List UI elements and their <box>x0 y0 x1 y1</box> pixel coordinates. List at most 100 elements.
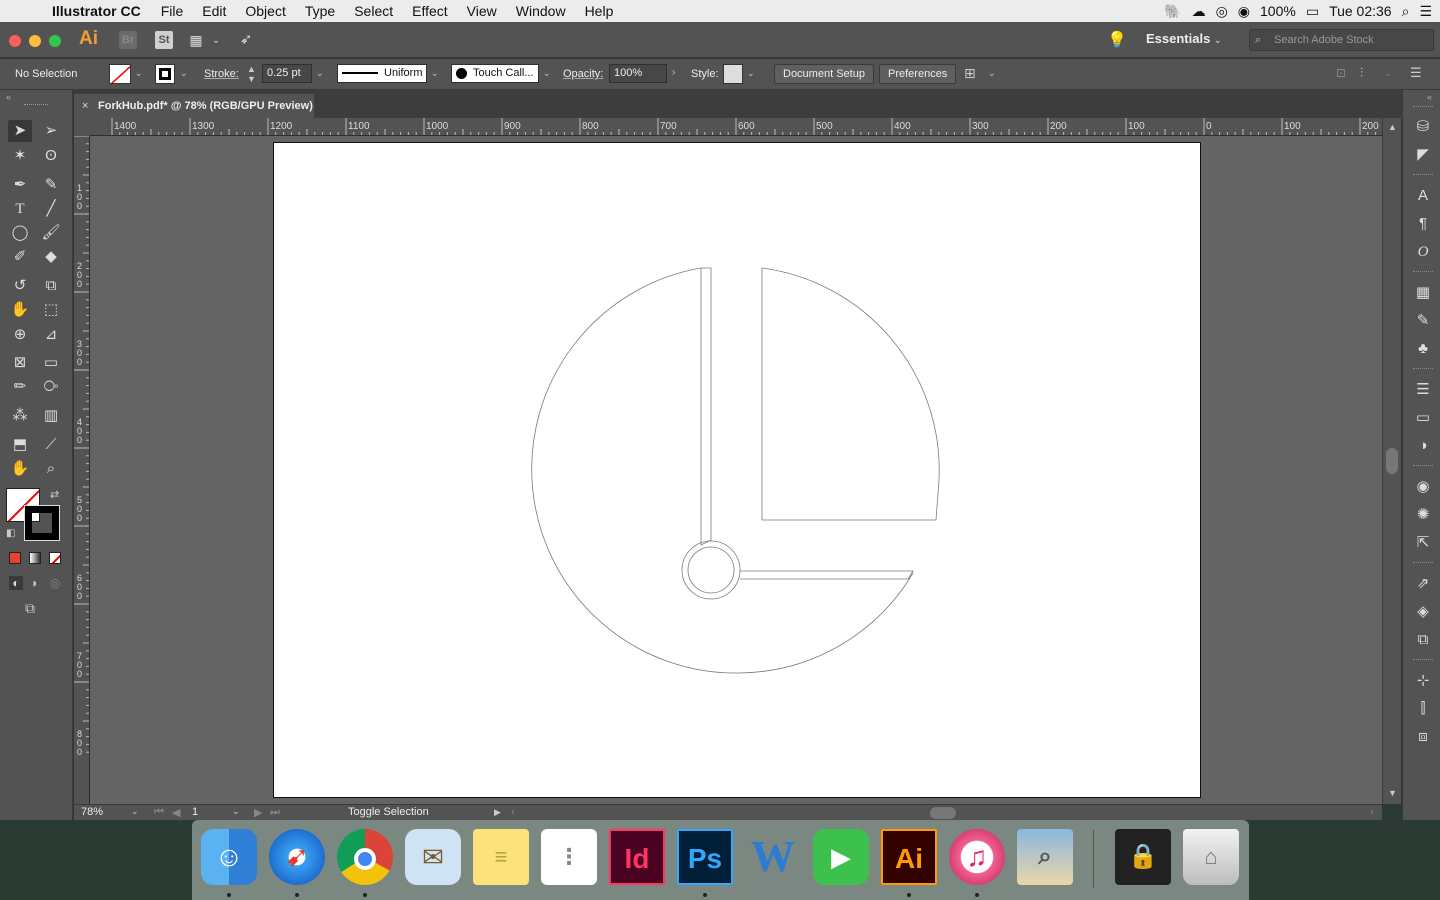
forkhub-logo-artwork[interactable] <box>274 143 1202 799</box>
dock-itunes-icon[interactable]: ♫ <box>949 829 1005 885</box>
document-setup-button[interactable]: Document Setup <box>774 64 874 84</box>
minimize-window-button[interactable] <box>29 35 41 47</box>
appearance-icon[interactable]: ◉ <box>1412 476 1434 498</box>
app-menu[interactable]: Illustrator CC <box>52 3 141 19</box>
previous-artboard-icon[interactable]: ◀ <box>172 806 180 819</box>
character-icon[interactable]: A <box>1412 185 1434 207</box>
shaper-tool-icon[interactable]: ✐ <box>8 246 32 268</box>
ruler-origin[interactable] <box>74 118 90 136</box>
preferences-button[interactable]: Preferences <box>879 64 957 84</box>
panel-grip[interactable] <box>1413 659 1433 660</box>
horizontal-ruler[interactable]: 1400 1300 1200 1100 1000 900 800 700 600 500 400 30… <box>90 118 1382 136</box>
stroke-panel-icon[interactable]: ☰ <box>1412 379 1434 401</box>
magic-wand-tool-icon[interactable]: ✶ <box>8 145 32 167</box>
panel-grip[interactable] <box>1413 106 1433 107</box>
align-options-chevron-icon[interactable]: ⌄ <box>1384 68 1392 79</box>
paragraph-icon[interactable]: ¶ <box>1412 213 1434 235</box>
mesh-tool-icon[interactable]: ⊠ <box>8 352 32 374</box>
rotate-tool-icon[interactable]: ↺ <box>8 275 32 297</box>
close-tab-icon[interactable]: × <box>82 94 88 118</box>
canvas[interactable] <box>90 136 1382 804</box>
artboards-icon[interactable]: ⧉ <box>1412 629 1434 651</box>
lasso-tool-icon[interactable]: ʘ <box>39 145 63 167</box>
status-mode[interactable]: Toggle Selection <box>348 806 429 818</box>
dock-finder-icon[interactable]: ☺ <box>201 829 257 885</box>
opentype-icon[interactable]: O <box>1412 241 1434 263</box>
menu-help[interactable]: Help <box>585 3 614 19</box>
dock-keychain-icon[interactable]: 🔒 <box>1115 829 1171 885</box>
last-artboard-icon[interactable]: ⏭ <box>270 806 280 819</box>
select-similar-icon[interactable]: ⊞ <box>964 65 976 82</box>
scroll-down-icon[interactable]: ▼ <box>1388 788 1397 798</box>
align-icon[interactable]: ⫿ <box>1412 698 1434 720</box>
battery-icon[interactable]: ▭ <box>1306 3 1319 20</box>
align-options-icon[interactable]: ⫶ <box>1360 65 1363 81</box>
dock-safari-icon[interactable]: ➹ <box>269 829 325 885</box>
shape-builder-tool-icon[interactable]: ⊕ <box>8 324 32 346</box>
asset-export-icon[interactable]: ⇱ <box>1412 532 1434 554</box>
graphic-styles-icon[interactable]: ✺ <box>1412 504 1434 526</box>
dock-preview-icon[interactable]: ⌕ <box>1017 829 1073 885</box>
stock-icon[interactable]: St <box>155 31 173 49</box>
next-artboard-icon[interactable]: ▶ <box>254 806 262 819</box>
free-transform-tool-icon[interactable]: ⬚ <box>39 299 63 321</box>
scroll-right-icon[interactable]: › <box>1370 806 1374 818</box>
arrange-documents-icon[interactable]: ▦ <box>187 31 205 49</box>
menu-view[interactable]: View <box>467 3 497 19</box>
properties-icon[interactable]: ◤ <box>1412 144 1434 166</box>
wifi-icon[interactable]: ◉ <box>1238 3 1250 20</box>
tools-grip[interactable] <box>24 104 48 105</box>
align-to-icon[interactable]: ⊡ <box>1336 66 1346 80</box>
notification-center-icon[interactable]: ☰ <box>1419 3 1432 20</box>
creative-cloud-libraries-icon[interactable]: ⛁ <box>1412 116 1434 138</box>
dock-word-icon[interactable]: W <box>745 829 801 885</box>
draw-inside-icon[interactable]: ◎ <box>50 576 60 590</box>
close-window-button[interactable] <box>9 35 21 47</box>
layers-icon[interactable]: ◈ <box>1412 601 1434 623</box>
hand-tool-icon[interactable]: ✋ <box>8 458 32 480</box>
eraser-tool-icon[interactable]: ◆ <box>39 246 63 268</box>
slice-tool-icon[interactable]: ⟋ <box>39 434 63 456</box>
zoom-tool-icon[interactable]: ⌕ <box>39 458 63 480</box>
direct-selection-tool-icon[interactable]: ➢ <box>39 120 63 142</box>
transparency-icon[interactable]: ◑ <box>1412 435 1434 457</box>
transform-icon[interactable]: ⊹ <box>1412 670 1434 692</box>
adobe-stock-search-input[interactable]: ⌕ Search Adobe Stock <box>1249 29 1434 51</box>
stroke-weight-chevron-icon[interactable]: ⌄ <box>316 68 324 79</box>
stroke-color-box[interactable] <box>24 505 60 541</box>
select-similar-chevron-icon[interactable]: ⌄ <box>988 68 996 79</box>
arrange-documents-chevron-icon[interactable]: ⌄ <box>207 31 225 49</box>
swatches-icon[interactable]: ▦ <box>1412 282 1434 304</box>
artboard[interactable] <box>273 142 1201 798</box>
swap-fill-stroke-icon[interactable]: ⇄ <box>50 488 59 501</box>
horizontal-scroll-thumb[interactable] <box>930 807 956 819</box>
paintbrush-tool-icon[interactable]: 🖌 <box>39 222 63 244</box>
dock-photoshop-icon[interactable]: Ps <box>677 829 733 885</box>
gradient-panel-icon[interactable]: ▭ <box>1412 407 1434 429</box>
artboard-tool-icon[interactable]: ⬒ <box>8 434 32 456</box>
document-tab[interactable]: × ForkHub.pdf* @ 78% (RGB/GPU Preview) <box>74 94 314 118</box>
clock[interactable]: Tue 02:36 <box>1329 3 1392 19</box>
first-artboard-icon[interactable]: ⏮ <box>154 806 164 819</box>
column-graph-tool-icon[interactable]: ▥ <box>39 405 63 427</box>
pen-tool-icon[interactable]: ✒ <box>8 174 32 196</box>
dock-reminders-icon[interactable]: ⋮ <box>541 829 597 885</box>
selection-tool-icon[interactable]: ➤ <box>8 120 32 142</box>
fill-chevron-icon[interactable]: ⌄ <box>135 68 143 79</box>
eyedropper-tool-icon[interactable]: ✏ <box>8 376 32 398</box>
artboard-chevron-icon[interactable]: ⌄ <box>232 806 240 817</box>
line-tool-icon[interactable]: ╱ <box>39 198 63 220</box>
gradient-mode-icon[interactable] <box>29 552 41 564</box>
panel-grip[interactable] <box>1413 562 1433 563</box>
menu-effect[interactable]: Effect <box>412 3 448 19</box>
stroke-stepper-icon[interactable]: ▲ ▼ <box>247 64 256 84</box>
symbol-sprayer-tool-icon[interactable]: ⁂ <box>8 405 32 427</box>
workspace-switcher[interactable]: Essentials ⌄ <box>1146 31 1222 46</box>
style-chevron-icon[interactable]: ⌄ <box>747 68 755 79</box>
creative-cloud-icon[interactable]: ☁ <box>1192 3 1206 20</box>
lightbulb-icon[interactable]: 💡 <box>1107 30 1127 50</box>
variable-width-profile[interactable]: Uniform <box>337 64 427 83</box>
vertical-scroll-thumb[interactable] <box>1386 448 1398 474</box>
dock-facetime-icon[interactable]: ▶ <box>813 829 869 885</box>
scale-tool-icon[interactable]: ⧉ <box>39 275 63 297</box>
